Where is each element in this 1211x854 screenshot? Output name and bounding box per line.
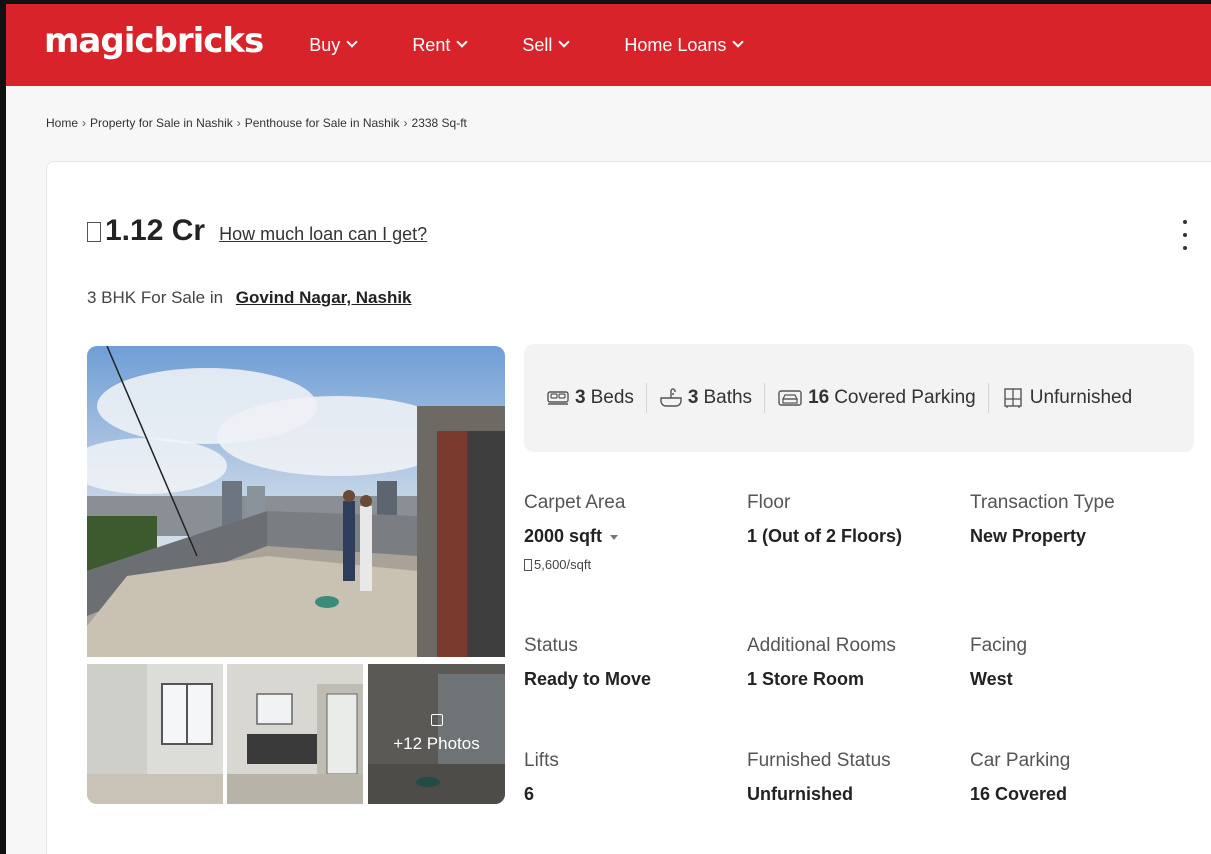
thumbnail-photo-2[interactable] — [227, 664, 363, 804]
carpet-area-value: 2000 sqft — [524, 526, 744, 547]
main-property-photo[interactable] — [87, 346, 505, 657]
nav-rent[interactable]: Rent — [412, 34, 469, 56]
nav-buy[interactable]: Buy — [309, 34, 358, 56]
nav-home-loans-label: Home Loans — [624, 34, 727, 55]
breadcrumb: Home › Property for Sale in Nashik › Pen… — [46, 116, 467, 130]
detail-additional-rooms: Additional Rooms 1 Store Room — [747, 635, 967, 690]
beds-label: Beds — [590, 387, 634, 408]
more-photos-overlay: +12 Photos — [368, 664, 505, 804]
nav-sell[interactable]: Sell — [522, 34, 571, 56]
detail-status: Status Ready to Move — [524, 635, 744, 690]
main-nav: Buy Rent Sell Home Loans — [309, 35, 798, 56]
breadcrumb-chevron-icon: › — [403, 116, 408, 130]
baths-label: Baths — [703, 387, 753, 408]
breadcrumb-chevron-icon: › — [236, 116, 241, 130]
parking-count: 16 — [808, 387, 830, 408]
car-icon — [778, 390, 802, 406]
chevron-down-icon — [456, 36, 469, 48]
carpet-area-text: 2000 sqft — [524, 526, 603, 546]
subtitle-prefix: 3 BHK For Sale in — [87, 288, 224, 307]
amenity-furnishing: Unfurnished — [1001, 387, 1132, 409]
thumbnail-photo-1[interactable] — [87, 664, 223, 804]
breadcrumb-property-for-sale[interactable]: Property for Sale in Nashik — [90, 116, 233, 130]
breadcrumb-current: 2338 Sq-ft — [411, 116, 467, 130]
bathtub-icon — [660, 388, 682, 407]
floor-value: 1 (Out of 2 Floors) — [747, 526, 902, 546]
breadcrumb-chevron-icon: › — [82, 116, 87, 130]
detail-transaction-type: Transaction Type New Property — [970, 492, 1190, 547]
status-label: Status — [524, 635, 578, 656]
furnished-status-label: Furnished Status — [747, 750, 891, 771]
rooftop-photo-image — [87, 346, 505, 657]
breadcrumb-penthouse-for-sale[interactable]: Penthouse for Sale in Nashik — [245, 116, 400, 130]
amenity-divider — [764, 383, 766, 413]
image-icon — [430, 714, 443, 726]
additional-rooms-value: 1 Store Room — [747, 669, 865, 689]
rupee-icon — [87, 222, 101, 242]
additional-rooms-label: Additional Rooms — [747, 635, 896, 656]
nav-rent-label: Rent — [412, 34, 451, 55]
lifts-value: 6 — [524, 784, 535, 804]
detail-floor: Floor 1 (Out of 2 Floors) — [747, 492, 967, 547]
amenity-divider — [987, 383, 989, 413]
property-subtitle: 3 BHK For Sale in Govind Nagar, Nashik — [87, 288, 412, 308]
car-parking-label: Car Parking — [970, 750, 1071, 771]
room-photo-image — [87, 664, 223, 804]
floor-label: Floor — [747, 492, 791, 513]
facing-value: West — [970, 669, 1013, 689]
rupee-icon — [524, 558, 532, 571]
page-frame: magicbricks Buy Rent Sell Home Loans Hom… — [0, 0, 1211, 854]
more-photos-label: +12 Photos — [393, 734, 480, 753]
unit-dropdown-icon[interactable] — [610, 535, 619, 540]
price-per-sqft-text: 5,600/sqft — [534, 557, 592, 572]
amenity-baths: 3 Baths — [659, 387, 752, 409]
top-header: magicbricks Buy Rent Sell Home Loans — [6, 4, 1211, 86]
facing-label: Facing — [970, 635, 1028, 656]
lifts-label: Lifts — [524, 750, 559, 771]
transaction-type-label: Transaction Type — [970, 492, 1115, 513]
detail-carpet-area: Carpet Area 2000 sqft 5,600/sqft — [524, 492, 744, 572]
location-link[interactable]: Govind Nagar, Nashik — [236, 288, 412, 307]
detail-lifts: Lifts 6 — [524, 750, 744, 805]
detail-car-parking: Car Parking 16 Covered — [970, 750, 1190, 805]
property-card: 1.12 Cr How much loan can I get? 3 BHK F… — [46, 161, 1211, 854]
breadcrumb-home[interactable]: Home — [46, 116, 78, 130]
status-value: Ready to Move — [524, 669, 652, 689]
parking-label: Covered Parking — [834, 387, 976, 408]
beds-count: 3 — [575, 387, 586, 408]
amenity-beds: 3 Beds — [546, 387, 634, 409]
detail-facing: Facing West — [970, 635, 1190, 690]
photo-gallery: +12 Photos — [87, 346, 505, 804]
furnished-status-value: Unfurnished — [747, 784, 853, 804]
more-photos-thumbnail[interactable]: +12 Photos — [368, 664, 505, 804]
amenity-divider — [645, 383, 647, 413]
amenities-bar: 3 Beds 3 Baths 16 Covered Parking Unfurn… — [524, 344, 1194, 452]
loan-eligibility-link[interactable]: How much loan can I get? — [219, 224, 427, 245]
baths-count: 3 — [687, 387, 699, 408]
chevron-down-icon — [732, 36, 745, 48]
car-parking-value: 16 Covered — [970, 784, 1068, 804]
magicbricks-logo[interactable]: magicbricks — [44, 24, 264, 58]
price-per-sqft: 5,600/sqft — [524, 557, 744, 572]
transaction-type-value: New Property — [970, 526, 1087, 546]
price-row: 1.12 Cr How much loan can I get? — [87, 214, 427, 248]
nav-buy-label: Buy — [309, 34, 341, 55]
detail-furnished-status: Furnished Status Unfurnished — [747, 750, 967, 805]
wardrobe-icon — [1004, 388, 1022, 408]
furnishing-label: Unfurnished — [1029, 387, 1133, 408]
chevron-down-icon — [346, 36, 358, 48]
kitchen-photo-image — [227, 664, 363, 804]
amenity-parking: 16 Covered Parking — [777, 387, 976, 409]
more-options-icon[interactable] — [1179, 220, 1191, 250]
chevron-down-icon — [558, 36, 571, 48]
bed-icon — [547, 391, 569, 405]
property-price: 1.12 Cr — [105, 214, 206, 247]
nav-home-loans[interactable]: Home Loans — [624, 34, 745, 56]
nav-sell-label: Sell — [522, 34, 553, 55]
carpet-area-label: Carpet Area — [524, 492, 626, 513]
